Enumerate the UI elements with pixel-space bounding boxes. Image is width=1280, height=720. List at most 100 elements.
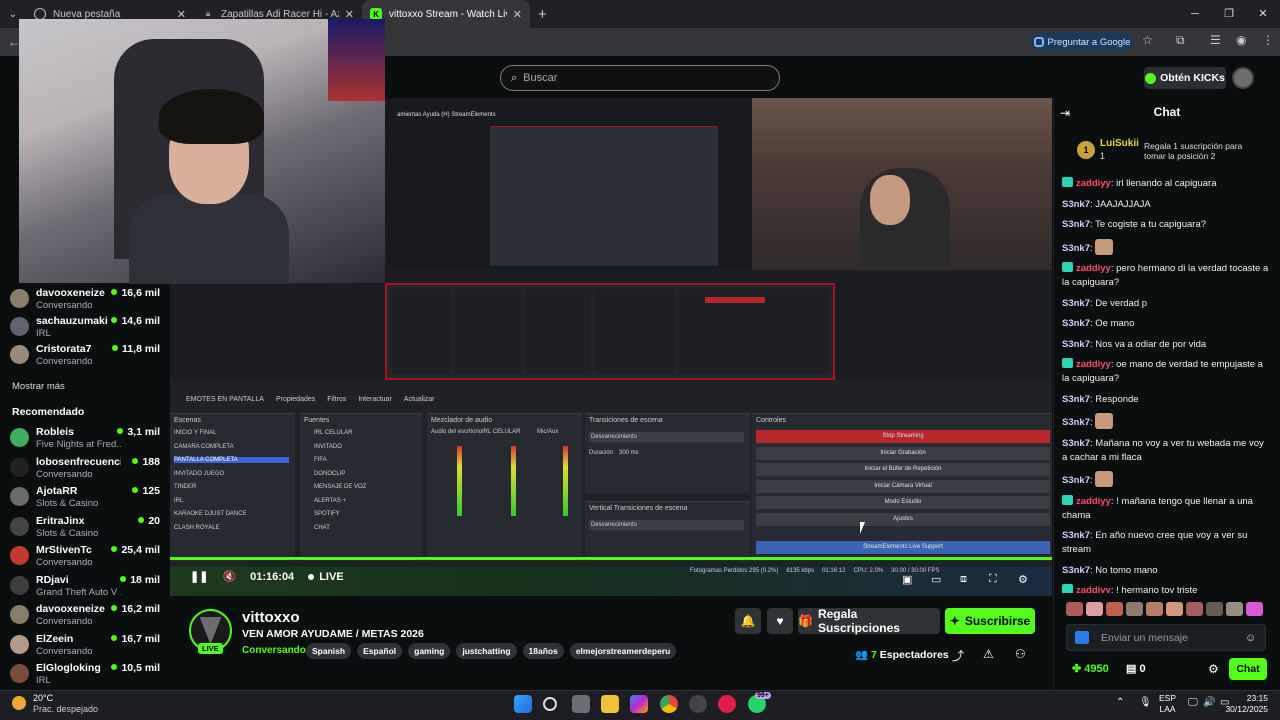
reading-list-icon[interactable]: ☰ xyxy=(1210,33,1221,47)
collapse-chat-icon[interactable]: ⇥ xyxy=(1060,106,1070,120)
emote-quick-icon[interactable] xyxy=(1146,602,1163,616)
stream-tag[interactable]: 18años xyxy=(522,643,564,659)
stream-tag[interactable]: Español xyxy=(357,643,403,659)
share-icon[interactable]: ⤴ xyxy=(952,647,964,664)
theater-mode-icon[interactable]: ▭ xyxy=(931,573,941,586)
clip-icon[interactable]: ▣ xyxy=(902,573,912,586)
leader-username[interactable]: LuiSukii xyxy=(1100,138,1139,149)
chat-username[interactable]: S3nk7 xyxy=(1062,530,1090,541)
subscribe-button[interactable]: ✦ Suscribirse xyxy=(945,608,1035,634)
weather-widget[interactable]: 20°C Prac. despejado xyxy=(33,693,98,715)
search-input[interactable]: ⌕ Buscar xyxy=(500,65,780,91)
chat-settings-icon[interactable]: ⚙ xyxy=(1208,662,1219,676)
sidebar-channel[interactable]: Cristorata7 Conversando 11,8 mil xyxy=(10,342,160,368)
mute-icon[interactable]: 🔇 xyxy=(222,570,236,583)
tab-kick-stream[interactable]: K vittoxxo Stream - Watch Live on Kick ✕ xyxy=(362,0,530,28)
volume-icon[interactable]: 🔊 xyxy=(1203,697,1215,708)
gift-subs-button[interactable]: 🎁 Regala Suscripciones xyxy=(798,607,940,635)
close-tab-icon[interactable]: ✕ xyxy=(513,8,522,21)
emote-quick-icon[interactable] xyxy=(1226,602,1243,616)
minimize-icon[interactable]: ─ xyxy=(1178,0,1212,28)
emote-quick-icon[interactable] xyxy=(1126,602,1143,616)
chat-send-button[interactable]: Chat xyxy=(1229,658,1267,680)
emote-quick-icon[interactable] xyxy=(1086,602,1103,616)
chat-username[interactable]: zaddiyy xyxy=(1076,496,1111,507)
stream-tag[interactable]: Spanish xyxy=(306,643,352,659)
search-taskbar-icon[interactable] xyxy=(543,697,557,711)
windows-start-icon[interactable] xyxy=(514,695,532,713)
sidebar-channel[interactable]: davooxeneize Conversando 16,6 mil xyxy=(10,286,160,312)
ask-google-button[interactable]: Preguntar a Google xyxy=(1031,33,1133,51)
emote-quick-icon[interactable] xyxy=(1166,602,1183,616)
emote-quick-icon[interactable] xyxy=(1106,602,1123,616)
sidebar-channel[interactable]: Robleis Five Nights at Fred... 3,1 mil xyxy=(10,425,160,451)
sidebar-channel[interactable]: ElGlogloking IRL 10,5 mil xyxy=(10,661,160,687)
stream-tag[interactable]: justchatting xyxy=(456,643,517,659)
show-more-link[interactable]: Mostrar más xyxy=(12,381,65,392)
fullscreen-icon[interactable]: ⛶ xyxy=(989,573,997,586)
emote-quick-icon[interactable] xyxy=(1206,602,1223,616)
chat-input[interactable]: Enviar un mensaje xyxy=(1066,624,1266,651)
chat-username[interactable]: S3nk7 xyxy=(1062,339,1090,350)
sidebar-channel[interactable]: ElZeein Conversando 16,7 mil xyxy=(10,632,160,658)
pip-icon[interactable]: ⧈ xyxy=(960,573,967,586)
media-player-icon[interactable] xyxy=(718,695,736,713)
chat-username[interactable]: zaddiyy xyxy=(1076,263,1111,274)
chat-username[interactable]: zaddiyy xyxy=(1076,178,1111,189)
emote-quick-icon[interactable] xyxy=(1186,602,1203,616)
follow-heart-button[interactable]: ♥ xyxy=(767,608,793,634)
maximize-icon[interactable]: ❐ xyxy=(1212,0,1246,28)
microphone-icon[interactable]: 🎙 xyxy=(1139,697,1152,708)
task-view-icon[interactable] xyxy=(572,695,590,713)
file-explorer-icon[interactable] xyxy=(601,695,619,713)
copilot-icon[interactable] xyxy=(630,695,648,713)
chat-username[interactable]: zaddiyy xyxy=(1076,359,1111,370)
sidebar-channel[interactable]: MrStivenTc Conversando 25,4 mil xyxy=(10,543,160,569)
user-avatar[interactable] xyxy=(1232,67,1254,89)
sidebar-channel[interactable]: EritraJinx Slots & Casino 20 xyxy=(10,514,160,540)
tray-chevron-icon[interactable]: ⌃ xyxy=(1116,697,1124,708)
close-window-icon[interactable]: ✕ xyxy=(1246,0,1280,28)
stream-tag[interactable]: elmejorstreamerdeperu xyxy=(569,643,677,659)
chat-mod-icon[interactable] xyxy=(1075,631,1089,644)
chat-username[interactable]: S3nk7 xyxy=(1062,318,1090,329)
chat-username[interactable]: S3nk7 xyxy=(1062,298,1090,309)
tab-list-chevron-icon[interactable]: ⌄ xyxy=(0,9,26,20)
browser-menu-icon[interactable]: ⋮ xyxy=(1262,33,1274,47)
extensions-icon[interactable]: ⧉ xyxy=(1176,33,1185,48)
clock[interactable]: 23:15 30/12/2025 xyxy=(1225,693,1268,715)
emote-quick-icon[interactable] xyxy=(1246,602,1263,616)
gift-count[interactable]: ▤ 0 xyxy=(1126,662,1146,675)
chat-username[interactable]: S3nk7 xyxy=(1062,417,1090,428)
chat-username[interactable]: S3nk7 xyxy=(1062,475,1090,486)
settings-app-icon[interactable] xyxy=(689,695,707,713)
chat-username[interactable]: S3nk7 xyxy=(1062,438,1090,449)
emoji-picker-icon[interactable]: ☺ xyxy=(1245,632,1256,644)
stream-category[interactable]: Conversando xyxy=(242,645,306,656)
chat-username[interactable]: S3nk7 xyxy=(1062,565,1090,576)
profile-icon[interactable]: ◉ xyxy=(1236,33,1246,47)
input-language[interactable]: ESP LAA xyxy=(1159,693,1176,715)
report-icon[interactable]: ⚠ xyxy=(983,647,994,661)
sidebar-channel[interactable]: sachauzumaki IRL 14,6 mil xyxy=(10,314,160,340)
new-tab-button[interactable]: + xyxy=(538,6,547,23)
user-options-icon[interactable]: ⚇ xyxy=(1015,647,1026,661)
chrome-icon[interactable] xyxy=(660,695,678,713)
network-icon[interactable]: 🖵 xyxy=(1188,697,1198,708)
sidebar-channel[interactable]: lobosenfrecuencia Conversando 188 xyxy=(10,455,160,481)
chat-username[interactable]: zaddiyy xyxy=(1076,585,1111,593)
channel-points[interactable]: ✤ 4950 xyxy=(1072,662,1109,675)
chat-username[interactable]: S3nk7 xyxy=(1062,199,1090,210)
pause-icon[interactable]: ❚❚ xyxy=(190,570,208,583)
notifications-bell-button[interactable]: 🔔 xyxy=(735,608,761,634)
bookmark-star-icon[interactable]: ☆ xyxy=(1142,33,1153,47)
stream-tag[interactable]: gaming xyxy=(408,643,451,659)
get-kicks-button[interactable]: Obtén KICKs xyxy=(1144,67,1226,89)
sidebar-channel[interactable]: davooxeneize Conversando 16,2 mil xyxy=(10,602,160,628)
sidebar-channel[interactable]: AjotaRR Slots & Casino 125 xyxy=(10,484,160,510)
settings-icon[interactable]: ⚙ xyxy=(1018,573,1028,586)
emote-quick-icon[interactable] xyxy=(1066,602,1083,616)
streamer-name[interactable]: vittoxxo xyxy=(242,609,300,626)
sidebar-channel[interactable]: RDjavi Grand Theft Auto V ... 18 mil xyxy=(10,573,160,599)
chat-username[interactable]: S3nk7 xyxy=(1062,243,1090,254)
